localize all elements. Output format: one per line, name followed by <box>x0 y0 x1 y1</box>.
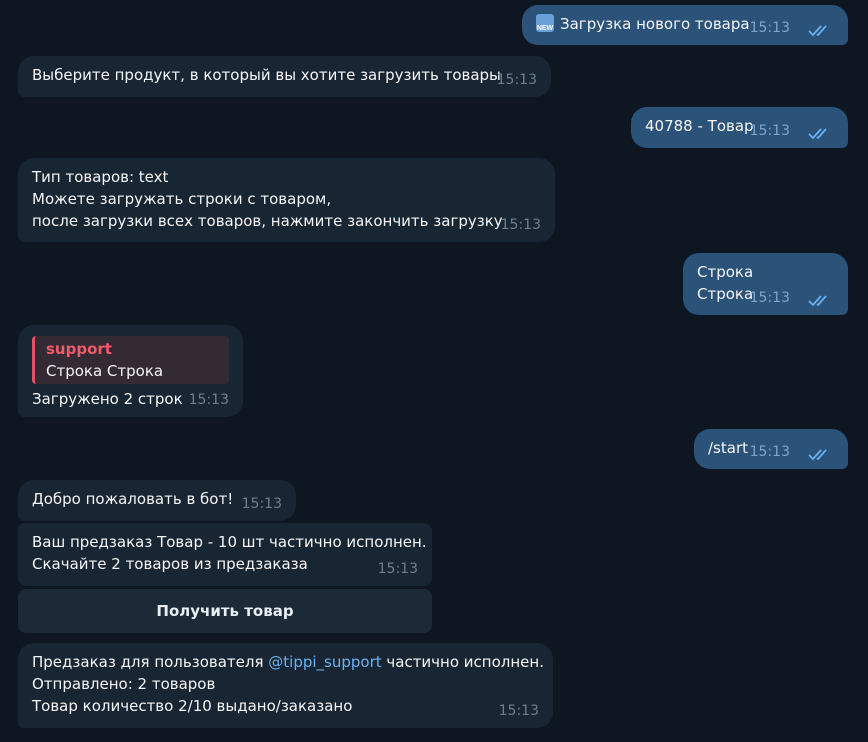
message-line: после загрузки всех товаров, нажмите зак… <box>32 212 503 230</box>
message-bubble-outgoing[interactable]: NEW Загрузка нового товара 15:13 <box>522 5 848 45</box>
message-bubble-incoming[interactable]: Выберите продукт, в который вы хотите за… <box>18 56 551 97</box>
message-line: Отправлено: 2 товаров <box>32 675 216 693</box>
message-bubble-incoming[interactable]: Ваш предзаказ Товар - 10 шт частично исп… <box>18 523 432 586</box>
reply-quote[interactable]: support Строка Строка <box>32 336 229 384</box>
message-text: /start <box>708 439 748 457</box>
message-line: Строка <box>697 263 754 281</box>
message-time: 15:13 <box>749 290 790 306</box>
message-bubble-outgoing[interactable]: 40788 - Товар 15:13 <box>631 107 848 148</box>
read-double-check-icon <box>808 449 827 461</box>
chat-history: NEW Загрузка нового товара 15:13 Выберите… <box>0 0 868 742</box>
message-time: 15:13 <box>500 217 541 233</box>
read-double-check-icon <box>808 128 827 140</box>
message-time: 15:13 <box>498 703 539 719</box>
message-line: Ваш предзаказ Товар - 10 шт частично исп… <box>32 533 427 551</box>
message-bubble-incoming[interactable]: Тип товаров: text Можете загружать строк… <box>18 158 555 242</box>
message-time: 15:13 <box>749 123 790 139</box>
message-bubble-incoming[interactable]: Предзаказ для пользователя @tippi_suppor… <box>18 643 553 728</box>
quote-author: support <box>46 340 112 358</box>
message-time: 15:13 <box>496 72 537 88</box>
message-time: 15:13 <box>377 561 418 577</box>
message-bubble-outgoing[interactable]: /start 15:13 <box>694 429 848 469</box>
message-line: Тип товаров: text <box>32 168 169 186</box>
message-time: 15:13 <box>749 444 790 460</box>
message-line: Товар количество 2/10 выдано/заказано <box>32 697 353 715</box>
message-text: Загружено 2 строк <box>32 390 183 408</box>
message-line: Скачайте 2 товаров из предзаказа <box>32 555 308 573</box>
message-text: 40788 - Товар <box>645 117 754 135</box>
message-text: Загрузка нового товара <box>560 15 750 33</box>
message-time: 15:13 <box>749 20 790 36</box>
message-line: Можете загружать строки с товаром, <box>32 190 332 208</box>
message-time: 15:13 <box>241 496 282 512</box>
message-text: Предзаказ для пользователя <box>32 653 269 671</box>
message-text: Выберите продукт, в который вы хотите за… <box>32 66 501 84</box>
quote-text: Строка Строка <box>46 362 164 380</box>
message-text: частично исполнен. <box>381 653 544 671</box>
message-text: Добро пожаловать в бот! <box>32 490 234 508</box>
read-double-check-icon <box>808 25 827 37</box>
user-mention-link[interactable]: @tippi_support <box>268 653 381 671</box>
message-time: 15:13 <box>188 392 229 408</box>
message-bubble-incoming[interactable]: Добро пожаловать в бот! 15:13 <box>18 480 296 521</box>
read-double-check-icon <box>808 295 827 307</box>
message-bubble-outgoing[interactable]: Строка Строка 15:13 <box>683 253 848 315</box>
get-product-button[interactable]: Получить товар <box>18 589 432 633</box>
new-emoji-icon: NEW <box>536 14 554 32</box>
message-line: Предзаказ для пользователя @tippi_suppor… <box>32 651 544 673</box>
message-bubble-incoming[interactable]: support Строка Строка Загружено 2 строк … <box>18 325 243 417</box>
